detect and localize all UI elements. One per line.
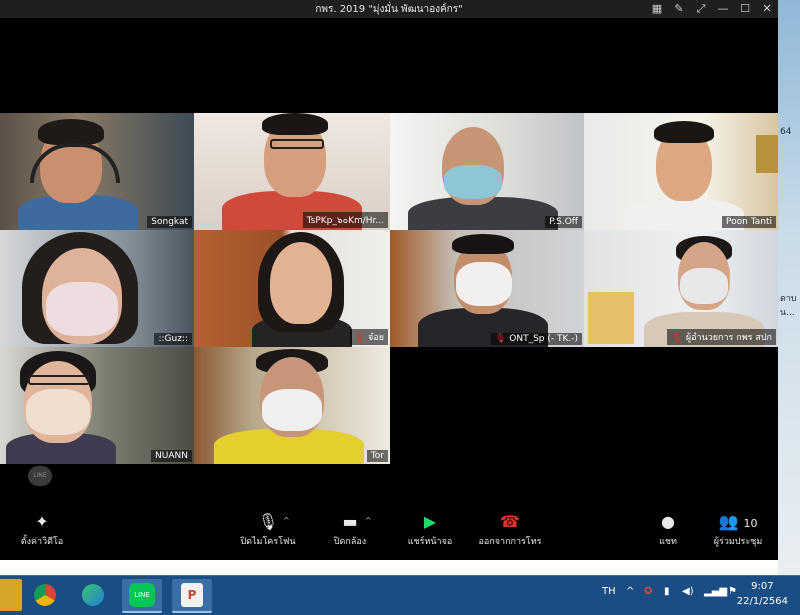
gallery-view-icon[interactable]: ▦ [646, 0, 668, 18]
participant-name-wrap: 🎙 ผู้อำนวยการ กพร สปก [667, 329, 776, 345]
chevron-up-icon[interactable]: ^ [626, 586, 634, 597]
mic-muted-icon: 🎙 [353, 333, 366, 343]
video-tile-active-speaker[interactable]: 🎙 ผู้อำนวยการ กพร สปก [584, 230, 778, 347]
video-tile[interactable]: ::Guz:: [0, 230, 194, 347]
line-floating-icon[interactable]: LINE [28, 466, 52, 486]
mic-muted-icon: 🎙 [494, 334, 507, 344]
video-tile[interactable]: TsPKp_๖๐Km/Hr... [194, 113, 390, 230]
desktop-side-text: น... [780, 308, 795, 318]
pin-icon[interactable]: ✎ [668, 0, 690, 18]
video-tile[interactable]: Poon Tanti [584, 113, 778, 230]
participant-name-wrap: 🎙 ONT_Sp (- TK.-) [490, 333, 582, 345]
network-icon[interactable]: ▂▄▆ [704, 586, 727, 597]
share-screen-button[interactable]: ▶ แชร์หน้าจอ [390, 510, 470, 558]
video-tile[interactable]: Tor [194, 347, 390, 464]
clock-time: 9:07 [751, 581, 774, 592]
mic-muted-icon: 🎙 [671, 333, 683, 343]
participants-label: ผู้ร่วมประชุม [713, 537, 763, 547]
participant-name: NUANN [151, 450, 192, 462]
participant-name: ::Guz:: [154, 333, 192, 345]
participant-name: ผู้อำนวยการ กพร สปก [685, 333, 772, 343]
participant-name: P.S.Off [545, 216, 582, 228]
speaker-icon[interactable]: ◀) [682, 586, 694, 597]
close-icon[interactable]: ✕ [756, 0, 778, 18]
participant-name-wrap: 🎙 จ๋อย [349, 329, 388, 345]
meeting-toolbar: ✦ ตั้งค่าวิดีโอ 🎙 ปิดไมโครโฟน ^ ▬ ปิดกล้… [0, 508, 778, 560]
stop-video-label: ปิดกล้อง [333, 537, 367, 547]
stop-video-button[interactable]: ▬ ปิดกล้อง ^ [310, 510, 390, 558]
windows-taskbar: LINE P TH ^ ✪ ▮ ◀) ▂▄▆ ⚑ 9:07 22/1/2564 [0, 575, 800, 615]
folder-icon[interactable] [0, 579, 22, 611]
antivirus-icon[interactable]: ✪ [644, 586, 652, 597]
desktop-side-text: 64 [780, 127, 792, 137]
line-app-icon[interactable]: LINE [122, 579, 162, 613]
fullscreen-icon[interactable]: ⤢ [690, 0, 712, 18]
participant-name: ONT_Sp (- TK.-) [509, 334, 578, 344]
leave-call-button[interactable]: ☎ ออกจากการโทร [470, 510, 550, 558]
participant-name: TsPKp_๖๐Km/Hr... [302, 212, 388, 228]
video-tile[interactable]: Songkat [0, 113, 194, 230]
participant-count: 10 [743, 517, 758, 530]
chat-label: แชท [659, 537, 677, 547]
maximize-icon[interactable]: ☐ [734, 0, 756, 18]
participant-name: Songkat [147, 216, 192, 228]
chevron-up-icon[interactable]: ^ [365, 516, 372, 525]
chevron-up-icon[interactable]: ^ [283, 516, 290, 525]
video-tile[interactable]: NUANN [0, 347, 194, 464]
language-indicator[interactable]: TH [602, 586, 616, 597]
line-app-label: LINE [129, 583, 155, 607]
share-screen-label: แชร์หน้าจอ [407, 537, 453, 547]
participant-name: จ๋อย [368, 333, 384, 343]
participant-name: Tor [366, 450, 388, 462]
zoom-meeting-window: กพร. 2019 "มุ่งมั่น พัฒนาองค์กร" ▦ ✎ ⤢ —… [0, 0, 778, 560]
microphone-icon: 🎙 [257, 512, 279, 531]
chrome-icon[interactable] [28, 579, 62, 611]
video-settings-button[interactable]: ✦ ตั้งค่าวิดีโอ [2, 510, 82, 558]
participants-button[interactable]: 👥 10 ผู้ร่วมประชุม [700, 510, 776, 558]
participant-name: Poon Tanti [722, 216, 776, 228]
leave-call-label: ออกจากการโทร [478, 537, 542, 547]
video-tile[interactable]: P.S.Off [390, 113, 584, 230]
usb-icon[interactable]: ▮ [664, 586, 670, 597]
edge-icon[interactable] [76, 579, 110, 611]
chat-button[interactable]: ● แชท [638, 510, 698, 558]
video-tile[interactable]: 🎙 ONT_Sp (- TK.-) [390, 230, 584, 347]
mute-label: ปิดไมโครโฟน [240, 537, 296, 547]
hang-up-icon: ☎ [500, 512, 520, 531]
system-clock[interactable]: 9:07 22/1/2564 [737, 579, 788, 609]
chat-icon: ● [661, 512, 675, 531]
desktop-wallpaper: 64 ดาบ น... [778, 0, 800, 575]
powerpoint-icon[interactable]: P [172, 579, 212, 613]
window-titlebar: กพร. 2019 "มุ่งมั่น พัฒนาองค์กร" ▦ ✎ ⤢ —… [0, 0, 778, 18]
people-icon: 👥 10 [718, 512, 758, 531]
flag-icon[interactable]: ⚑ [728, 586, 737, 597]
sparkle-icon: ✦ [35, 512, 49, 531]
share-screen-icon: ▶ [423, 512, 437, 531]
camera-icon: ▬ [342, 512, 358, 531]
mute-button[interactable]: 🎙 ปิดไมโครโฟน ^ [228, 510, 308, 558]
video-settings-label: ตั้งค่าวิดีโอ [20, 537, 64, 547]
video-tile[interactable]: 🎙 จ๋อย [194, 230, 390, 347]
clock-date: 22/1/2564 [736, 596, 788, 607]
minimize-icon[interactable]: — [712, 0, 734, 18]
desktop-side-text: ดาบ [780, 294, 797, 304]
